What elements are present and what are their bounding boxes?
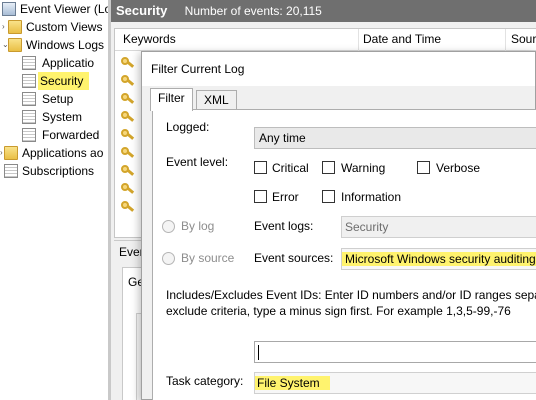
- task-category-value: File System: [255, 376, 330, 390]
- key-icon: [121, 163, 135, 177]
- text-cursor: [258, 345, 259, 360]
- tree-item-label: Event Viewer (Loc: [20, 2, 108, 16]
- event-sources-field[interactable]: Microsoft Windows security auditing: [341, 248, 536, 270]
- log-icon: [22, 56, 36, 70]
- tree-item-label: Applicatio: [42, 56, 95, 70]
- filter-panel: Logged: Any time Event level: Critical W…: [152, 109, 536, 400]
- verbose-label: Verbose: [436, 161, 481, 175]
- key-icon: [121, 55, 135, 69]
- error-checkbox[interactable]: [254, 190, 267, 203]
- tree-item-applications-services[interactable]: › Applications ao: [0, 144, 108, 162]
- event-sources-label: Event sources:: [254, 251, 334, 265]
- tree-item-label: System: [42, 110, 83, 124]
- folder-icon: [8, 38, 22, 52]
- verbose-checkbox[interactable]: [417, 161, 430, 174]
- tab-xml[interactable]: XML: [196, 90, 237, 110]
- key-icon: [121, 109, 135, 123]
- folder-icon: [4, 146, 18, 160]
- by-log-label: By log: [181, 219, 215, 233]
- tree-item-setup[interactable]: Setup: [0, 90, 108, 108]
- tree-item-forwarded[interactable]: Forwarded: [0, 126, 108, 144]
- navigation-tree: Event Viewer (Loc › Custom Views ⌄ Windo…: [0, 0, 108, 400]
- tree-item-security[interactable]: Security: [0, 72, 108, 90]
- event-logs-label: Event logs:: [254, 219, 314, 233]
- information-checkbox[interactable]: [322, 190, 335, 203]
- dialog-title: Filter Current Log: [151, 62, 245, 76]
- key-icon: [121, 73, 135, 87]
- error-label: Error: [272, 190, 299, 204]
- tree-item-label: Security: [38, 72, 90, 90]
- folder-icon: [8, 20, 22, 34]
- tab-filter[interactable]: Filter: [150, 88, 193, 111]
- tree-item-label: Forwarded: [42, 128, 100, 142]
- by-source-radio[interactable]: [162, 252, 175, 265]
- log-icon: [22, 110, 36, 124]
- grid-header: Keywords Date and Time Sourc: [115, 29, 536, 51]
- tree-item-label: Subscriptions: [22, 164, 95, 178]
- log-header-bar: Security Number of events: 20,115: [111, 0, 536, 22]
- task-category-field[interactable]: File System: [254, 372, 536, 394]
- logged-label: Logged:: [166, 120, 210, 134]
- log-icon: [22, 128, 36, 142]
- tree-item-custom-views[interactable]: › Custom Views: [0, 18, 108, 36]
- tree-item-label: Applications ao: [22, 146, 104, 160]
- log-icon: [4, 164, 18, 178]
- column-source[interactable]: Sourc: [511, 32, 536, 46]
- event-sources-value: Microsoft Windows security auditing: [342, 252, 536, 266]
- event-viewer-icon: [2, 2, 16, 16]
- tree-item-label: Windows Logs: [26, 38, 105, 52]
- warning-label: Warning: [341, 161, 386, 175]
- tree-item-system[interactable]: System: [0, 108, 108, 126]
- tree-item-application[interactable]: Applicatio: [0, 54, 108, 72]
- event-ids-help-2: exclude criteria, type a minus sign firs…: [166, 304, 511, 318]
- event-level-label: Event level:: [166, 155, 229, 169]
- log-title: Security: [116, 3, 168, 18]
- by-source-label: By source: [181, 251, 235, 265]
- column-date-time[interactable]: Date and Time: [363, 32, 441, 46]
- key-icon: [121, 181, 135, 195]
- key-icon: [121, 145, 135, 159]
- filter-current-log-dialog: Filter Current Log Filter XML Logged: An…: [141, 51, 536, 400]
- event-count: Number of events: 20,115: [184, 4, 322, 18]
- event-ids-input[interactable]: [254, 341, 536, 363]
- tree-item-label: Setup: [42, 92, 74, 106]
- tree-item-label: Custom Views: [26, 20, 103, 34]
- tree-item-windows-logs[interactable]: ⌄ Windows Logs: [0, 36, 108, 54]
- critical-label: Critical: [272, 161, 309, 175]
- dialog-title-bar[interactable]: Filter Current Log: [142, 52, 535, 86]
- event-logs-field[interactable]: Security: [341, 216, 536, 238]
- event-ids-help-1: Includes/Excludes Event IDs: Enter ID nu…: [166, 288, 536, 302]
- logged-dropdown[interactable]: Any time: [254, 127, 536, 149]
- key-icon: [121, 127, 135, 141]
- tree-item-event-viewer[interactable]: Event Viewer (Loc: [0, 0, 108, 18]
- warning-checkbox[interactable]: [322, 161, 335, 174]
- dialog-tabs: Filter XML: [142, 86, 535, 111]
- column-keywords[interactable]: Keywords: [123, 32, 176, 46]
- by-log-radio[interactable]: [162, 220, 175, 233]
- key-icon: [121, 91, 135, 105]
- key-icon: [121, 199, 135, 213]
- tree-item-subscriptions[interactable]: Subscriptions: [0, 162, 108, 180]
- log-icon: [22, 74, 36, 88]
- information-label: Information: [341, 190, 402, 204]
- critical-checkbox[interactable]: [254, 161, 267, 174]
- task-category-label: Task category:: [166, 374, 244, 388]
- log-icon: [22, 92, 36, 106]
